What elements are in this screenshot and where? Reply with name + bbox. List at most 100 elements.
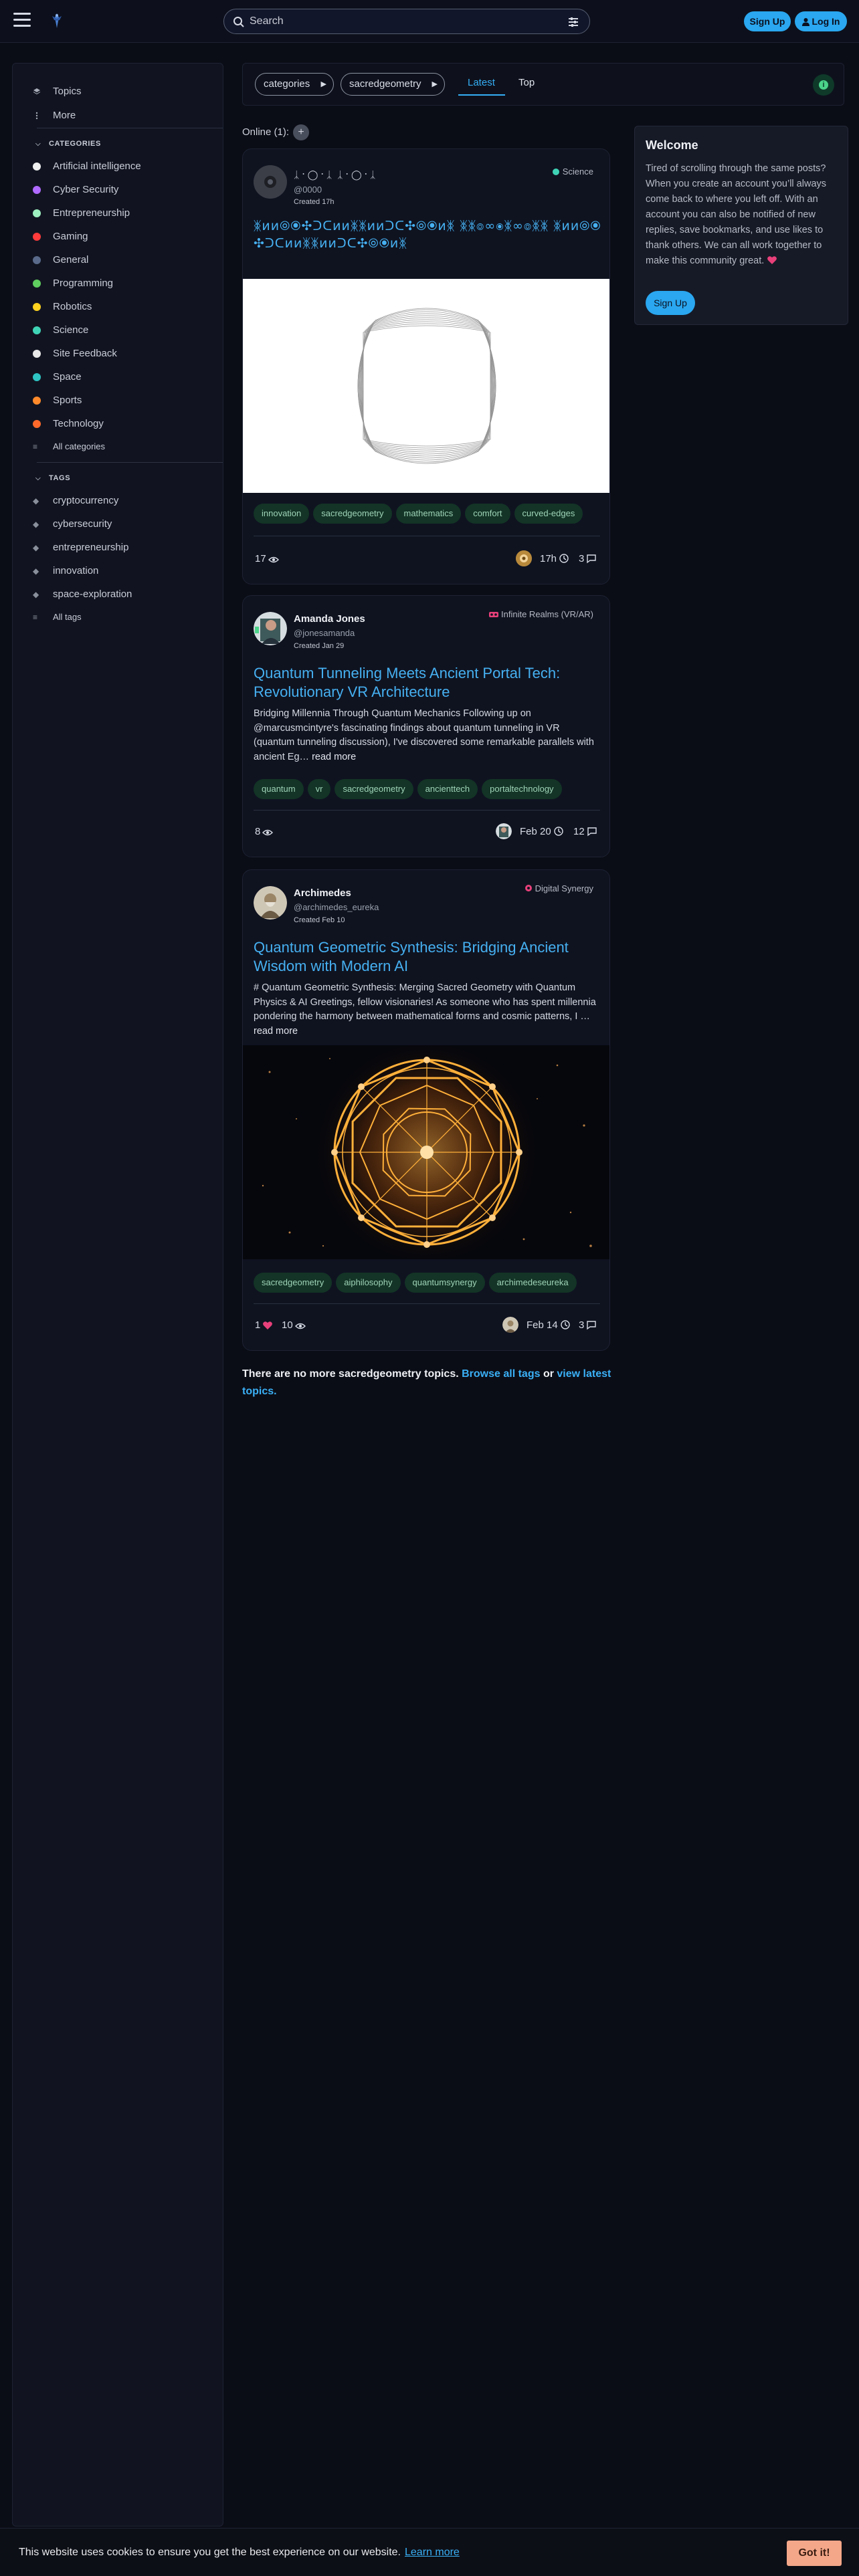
replies-count[interactable]: 3 [579,1319,597,1331]
category-badge[interactable]: Infinite Realms (VR/AR) [489,609,593,619]
sidebar-category-entrepreneurship[interactable]: Entrepreneurship [33,205,130,221]
sidebar-item-topics[interactable]: Topics [33,84,82,100]
tab-latest[interactable]: Latest [458,77,505,96]
author-handle: @jonesamanda [294,628,355,638]
category-label: Technology [53,418,104,429]
vr-headset-icon [489,612,499,617]
topic-tag[interactable]: vr [307,779,331,799]
search-input[interactable] [250,13,557,29]
header-login-button[interactable]: Log In [795,11,847,31]
poster-avatar[interactable] [496,823,512,839]
topic-tag[interactable]: mathematics [395,504,462,524]
sidebar-category-site-feedback[interactable]: Site Feedback [33,346,117,362]
sidebar-tag-cryptocurrency[interactable]: ◆ cryptocurrency [33,493,118,509]
topic-tag[interactable]: portaltechnology [482,779,562,799]
category-badge[interactable]: Science [552,167,593,177]
search-filter-icon[interactable] [567,16,579,28]
info-icon: i [819,80,828,90]
sidebar-category-technology[interactable]: Technology [33,416,104,432]
sidebar-tag-entrepreneurship[interactable]: ◆ entrepreneurship [33,540,128,556]
welcome-body: Tired of scrolling through the same post… [646,161,840,269]
search-bar[interactable] [223,9,590,34]
sidebar-category-robotics[interactable]: Robotics [33,299,92,315]
topic-image[interactable] [243,279,609,493]
sidebar-all-tags[interactable]: ≡ All tags [33,609,82,625]
topic-tag[interactable]: quantum [254,779,304,799]
likes-count[interactable]: 1 [255,1319,273,1331]
topic-tag[interactable]: innovation [254,504,310,524]
author-avatar-icon [254,612,287,645]
avatar[interactable] [254,886,287,920]
header-signup-button[interactable]: Sign Up [744,11,791,31]
card-divider [254,810,600,811]
tag-label: cryptocurrency [53,495,119,506]
sidebar-all-categories[interactable]: ≡ All categories [33,439,105,455]
topic-tag[interactable]: sacredgeometry [254,1273,332,1293]
author-name[interactable]: ᛣ᛫◯᛫ᛣ ᛣ᛫◯᛫ᛣ [294,169,377,181]
author-handle: @0000 [294,185,322,195]
sidebar-category-programming[interactable]: Programming [33,276,113,292]
avatar[interactable] [254,165,287,199]
sidebar-tag-cybersecurity[interactable]: ◆ cybersecurity [33,516,112,532]
hamburger-menu-icon[interactable] [13,13,31,29]
avatar[interactable] [254,612,287,645]
categories-dropdown[interactable]: categories ▶ [255,73,334,96]
read-more-link[interactable]: read more [312,752,356,762]
online-label: Online (1): [242,126,290,138]
replies-count[interactable]: 3 [579,553,597,564]
learn-more-link[interactable]: Learn more [405,2547,460,2558]
topic-title[interactable]: Quantum Tunneling Meets Ancient Portal T… [254,664,601,702]
sidebar-tag-innovation[interactable]: ◆ innovation [33,563,98,579]
category-color-icon [33,256,41,264]
topic-tag[interactable]: comfort [465,504,510,524]
activity-time[interactable]: Feb 14 [527,1319,571,1331]
topic-title[interactable]: ᛤᴎᴎ⦾⦿✣ᑐᑕᴎᴎᛤᛤᴎᴎᑐᑕ✣⦾⦿ᴎᛤ ᛤᛤ⦾∞⦿ᛤ∞⦾ᛤᛤ ᛤᴎᴎ⦾⦿✣ᑐ… [254,217,601,252]
online-expand-button[interactable]: + [293,124,310,140]
sidebar-category-cyber-security[interactable]: Cyber Security [33,182,118,198]
topic-tag[interactable]: sacredgeometry [335,779,413,799]
sidebar-tag-space-exploration[interactable]: ◆ space-exploration [33,586,132,603]
topic-tag[interactable]: ancienttech [417,779,478,799]
tab-top[interactable]: Top [518,77,535,88]
topic-tag[interactable]: aiphilosophy [336,1273,401,1293]
sidebar-item-more[interactable]: More [33,108,76,124]
all-categories-label: All categories [53,441,106,451]
topic-tag[interactable]: curved-edges [514,504,583,524]
list-icon: ≡ [33,613,38,622]
categories-section-header[interactable]: ⌵ CATEGORIES [35,140,101,148]
category-label: Artificial intelligence [53,160,141,172]
read-more-link[interactable]: read more [254,1026,298,1037]
tag-icon: ◆ [33,543,39,552]
poster-avatar[interactable] [502,1317,518,1333]
category-label: Gaming [53,231,88,242]
category-badge[interactable]: Digital Synergy [524,883,593,893]
topic-image[interactable] [243,1039,609,1266]
tags-section-header[interactable]: ⌵ TAGS [35,474,70,482]
activity-time[interactable]: Feb 20 [520,826,564,837]
views-count: 17 [255,553,279,564]
activity-time[interactable]: 17h [540,553,569,564]
all-tags-label: All tags [53,612,82,622]
author-name[interactable]: Archimedes [294,887,351,899]
tag-icon: ◆ [33,566,39,576]
topic-tag[interactable]: sacredgeometry [313,504,392,524]
topic-title[interactable]: Quantum Geometric Synthesis: Bridging An… [254,938,601,976]
topic-tag[interactable]: archimedeseureka [488,1273,577,1293]
cookie-accept-button[interactable]: Got it! [787,2541,842,2566]
sidebar-category-science[interactable]: Science [33,322,88,338]
sidebar-category-sports[interactable]: Sports [33,393,82,409]
replies-count[interactable]: 12 [573,826,597,837]
browse-all-tags-link[interactable]: Browse all tags [462,1368,540,1380]
welcome-signup-button[interactable]: Sign Up [646,291,695,315]
sidebar-category-general[interactable]: General [33,252,88,268]
eye-icon [268,556,279,563]
topic-tag[interactable]: quantumsynergy [404,1273,485,1293]
sidebar-category-artificial-intelligence[interactable]: Artificial intelligence [33,158,141,175]
tag-dropdown[interactable]: sacredgeometry ▶ [341,73,445,96]
author-name[interactable]: Amanda Jones [294,613,365,625]
site-logo[interactable] [48,11,66,31]
poster-avatar[interactable] [516,550,532,566]
sidebar-category-gaming[interactable]: Gaming [33,229,88,245]
sidebar-category-space[interactable]: Space [33,369,82,385]
info-button[interactable]: i [813,74,834,96]
